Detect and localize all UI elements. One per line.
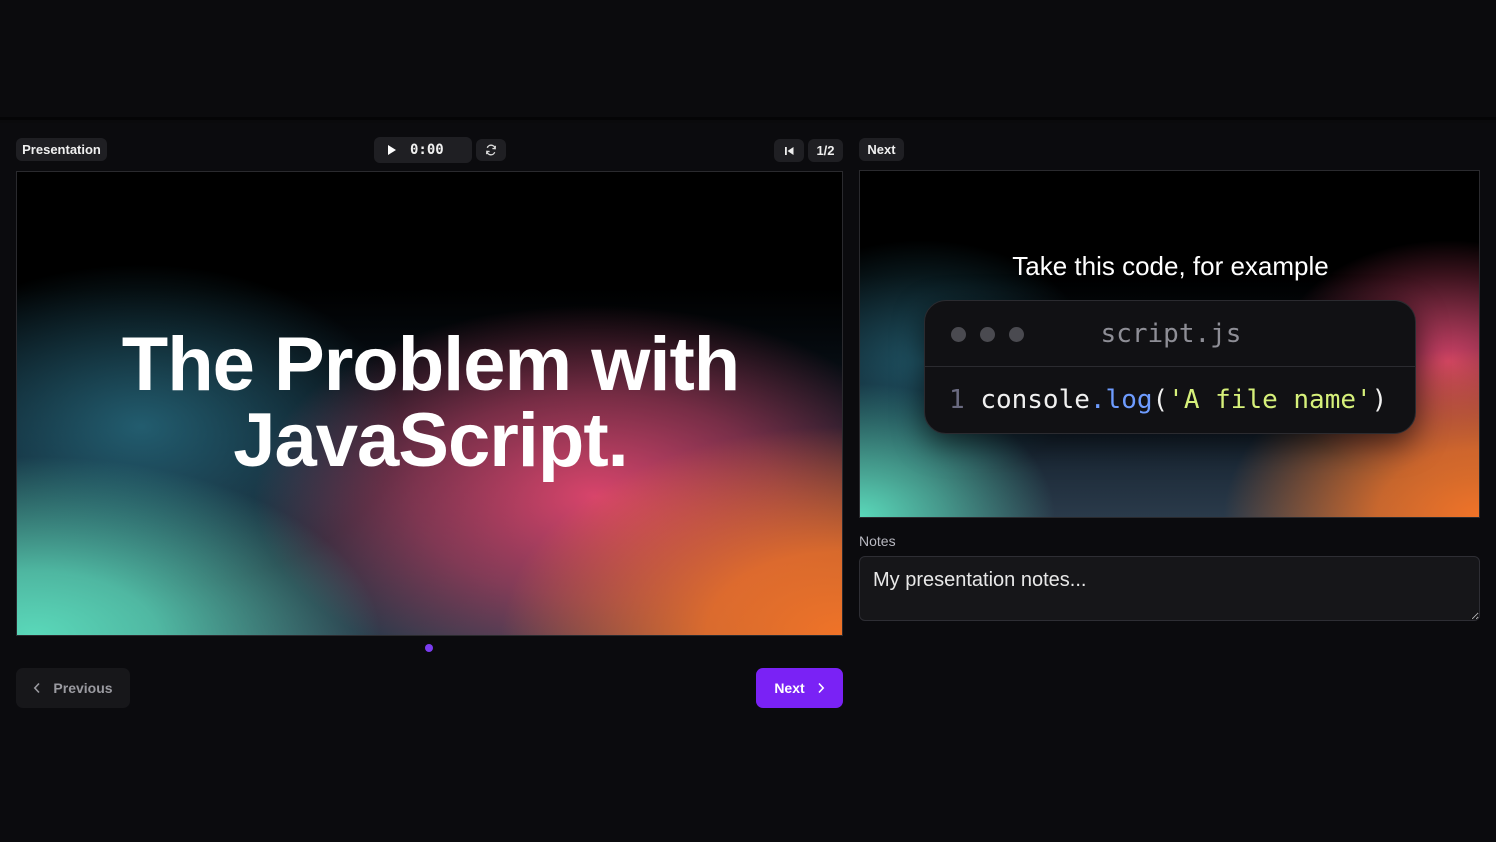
timer-play-button[interactable]: 0:00 [374,137,472,163]
code-close-paren: ) [1371,385,1388,415]
next-slide-preview: Take this code, for example script.js 1 … [859,170,1480,518]
top-bar [0,0,1496,120]
skip-back-icon [784,146,793,155]
presenter-view: Presentation 0:00 1/2 Next The Problem w… [0,123,1496,842]
code-open-paren: ( [1152,385,1169,415]
code-window-header: script.js [925,301,1415,367]
next-button[interactable]: Next [756,668,843,708]
chevron-right-icon [818,682,824,694]
presentation-label: Presentation [16,138,107,161]
next-slide-heading: Take this code, for example [1012,251,1329,281]
code-line: 1 console.log('A file name') [949,385,1387,415]
first-slide-button[interactable] [774,139,804,162]
slide-counter: 1/2 [808,139,843,162]
code-object: console [980,385,1090,415]
current-slide: The Problem with JavaScript. [16,171,843,636]
notes-textarea[interactable] [859,556,1480,621]
slide-title-line-2: JavaScript. [233,398,629,483]
code-window: script.js 1 console.log('A file name') [924,300,1416,434]
previous-button-label: Previous [53,680,113,696]
next-slide-label: Next [859,138,904,161]
play-icon [388,145,396,155]
notes-label: Notes [859,533,896,549]
next-button-label: Next [774,680,805,696]
refresh-icon [486,144,496,156]
code-line-number: 1 [949,385,965,415]
slide-title-line-1: The Problem with [121,322,740,407]
timer-value: 0:00 [410,142,444,158]
code-method: log [1105,385,1153,415]
chevron-left-icon [34,682,41,694]
reset-timer-button[interactable] [476,139,506,161]
slide-title: The Problem with JavaScript. [17,322,842,483]
slide-indicator-dot[interactable] [425,644,433,652]
code-dot: . [1089,385,1106,415]
code-string: 'A file name' [1168,385,1372,415]
code-file-name: script.js [1100,319,1242,349]
previous-button[interactable]: Previous [16,668,130,708]
